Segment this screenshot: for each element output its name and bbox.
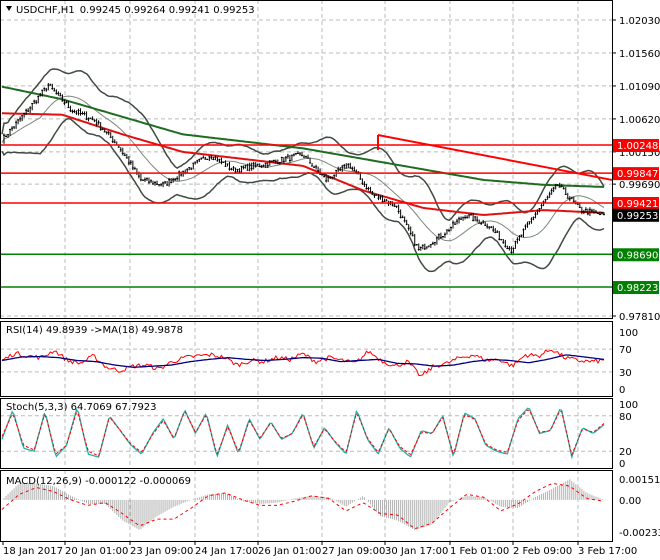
axes: 18 Jan 2017 20 Jan 01:00 23 Jan 09:00 24 Ja… [0, 0, 660, 557]
trading-chart[interactable]: 18 Jan 2017 20 Jan 01:00 23 Jan 09:00 24 Ja… [0, 0, 660, 560]
stoch-y-label: 100 [619, 400, 638, 411]
price-level-label: 0.98690 [617, 250, 658, 261]
rsi-y-label: 100 [619, 328, 638, 339]
price-level-label: 0.99847 [617, 169, 658, 180]
rsi-title: RSI(14) 49.8939 ->MA(18) 49.9878 [6, 325, 183, 336]
macd-signal-line [1, 483, 605, 530]
x-tick-label: 30 Jan 17:00 [385, 546, 448, 557]
macd-y-label: 0.00 [619, 496, 641, 507]
stoch-y-label: 0 [619, 459, 625, 470]
stoch-y-label: 20 [619, 447, 632, 458]
price-level-label: 1.00248 [617, 141, 658, 152]
symbol-title: USDCHF,H1 0.99245 0.99264 0.99241 0.99253 [16, 5, 255, 16]
y-tick-label: 0.97810 [619, 312, 660, 323]
current-price-label: 0.99253 [617, 211, 658, 222]
y-tick-label: 1.02030 [619, 16, 660, 27]
rsi-y-label: 0 [619, 385, 625, 396]
x-tick-label: 2 Feb 09:00 [513, 546, 572, 557]
macd-y-label: -0.002339 [619, 528, 660, 539]
price-level-label: 0.99421 [617, 199, 658, 210]
rsi-y-label: 70 [619, 345, 632, 356]
dropdown-triangle-icon[interactable] [6, 6, 12, 11]
chart-canvas[interactable]: 18 Jan 2017 20 Jan 01:00 23 Jan 09:00 24 Ja… [0, 0, 660, 560]
y-tick-label: 1.00620 [619, 115, 660, 126]
x-tick-label: 27 Jan 09:00 [322, 546, 385, 557]
ma-fast-line [2, 112, 605, 216]
ma-slow-line [1, 85, 604, 188]
main-price-panel[interactable] [0, 68, 613, 288]
rsi-y-label: 30 [619, 368, 632, 379]
price-level-label: 0.98223 [617, 283, 658, 294]
stoch-title: Stoch(5,3,3) 64.7069 67.7923 [6, 402, 157, 413]
x-tick-label: 18 Jan 2017 [3, 546, 63, 557]
macd-title: MACD(12,26,9) -0.000122 -0.000069 [6, 476, 191, 487]
y-tick-label: 1.01090 [619, 82, 660, 93]
panel-frame [0, 0, 613, 319]
macd-y-label: 0.001519 [619, 475, 660, 486]
x-tick-label: 1 Feb 01:00 [450, 546, 509, 557]
x-tick-label: 26 Jan 01:00 [258, 546, 321, 557]
x-tick-label: 24 Jan 17:00 [195, 546, 258, 557]
x-tick-label: 3 Feb 17:00 [578, 546, 637, 557]
x-tick-label: 20 Jan 01:00 [65, 546, 128, 557]
y-tick-label: 0.99690 [619, 180, 660, 191]
stoch-y-label: 80 [619, 412, 632, 423]
y-tick-label: 1.01560 [619, 49, 660, 60]
x-tick-label: 23 Jan 09:00 [130, 546, 193, 557]
